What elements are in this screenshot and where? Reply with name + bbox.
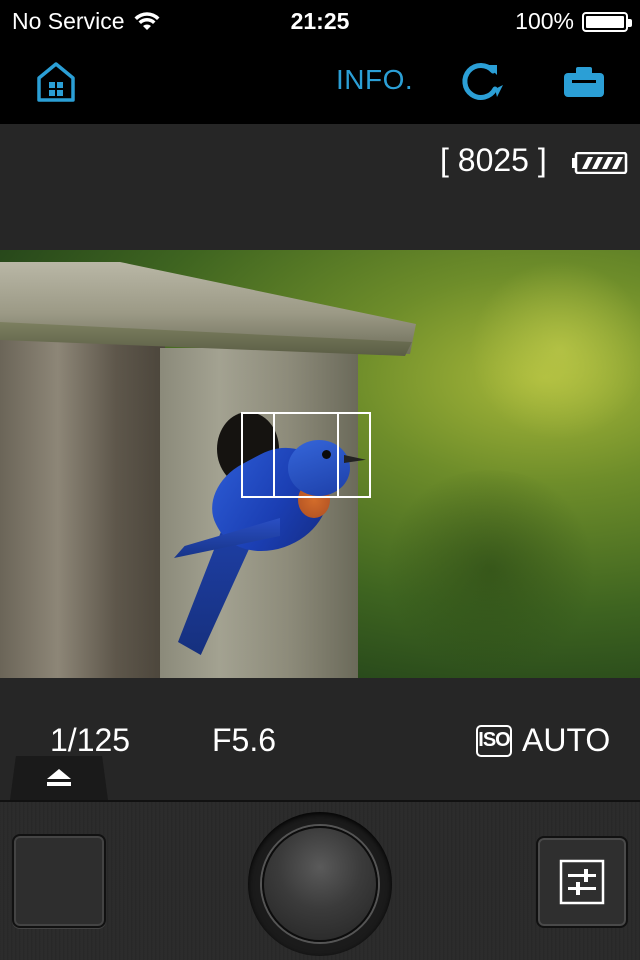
refresh-button[interactable]: [456, 40, 504, 124]
camera-battery-icon: [572, 152, 628, 174]
background-bokeh: [470, 260, 640, 440]
status-bar: No Service 21:25 100%: [0, 0, 640, 40]
top-toolbar: INFO.: [0, 40, 640, 124]
info-button[interactable]: INFO.: [336, 64, 413, 96]
exposure-settings: 1/125 F5.6 ISO AUTO: [0, 678, 640, 800]
remaining-shots: [ 8025 ]: [440, 142, 547, 178]
status-right: 100%: [515, 8, 632, 35]
home-icon: [37, 62, 75, 102]
home-button[interactable]: [34, 40, 78, 124]
thumbnail-button[interactable]: [12, 834, 106, 928]
camera-button[interactable]: [562, 40, 606, 124]
shutter-speed[interactable]: 1/125: [50, 722, 130, 759]
af-frame[interactable]: [241, 412, 371, 498]
af-divider: [337, 414, 339, 496]
live-view[interactable]: [0, 250, 640, 678]
af-divider: [273, 414, 275, 496]
iso-icon: ISO: [476, 724, 512, 757]
battery-percent: 100%: [515, 8, 574, 34]
aperture-value[interactable]: F5.6: [212, 722, 276, 759]
expand-panel-tab[interactable]: [10, 756, 108, 800]
shutter-button[interactable]: [262, 826, 378, 942]
camera-info-strip: [ 8025 ]: [0, 124, 640, 250]
battery-icon: [582, 11, 632, 32]
eject-icon: [47, 769, 71, 786]
bottom-controls: [0, 800, 640, 960]
birdhouse-front: [0, 340, 165, 678]
iso-setting[interactable]: ISO AUTO: [476, 722, 610, 759]
iso-value: AUTO: [522, 722, 611, 758]
refresh-icon: [462, 62, 503, 100]
settings-button[interactable]: [536, 836, 628, 928]
background-bokeh: [380, 470, 600, 670]
settings-sliders-icon: [559, 859, 605, 905]
camera-icon: [564, 67, 604, 97]
